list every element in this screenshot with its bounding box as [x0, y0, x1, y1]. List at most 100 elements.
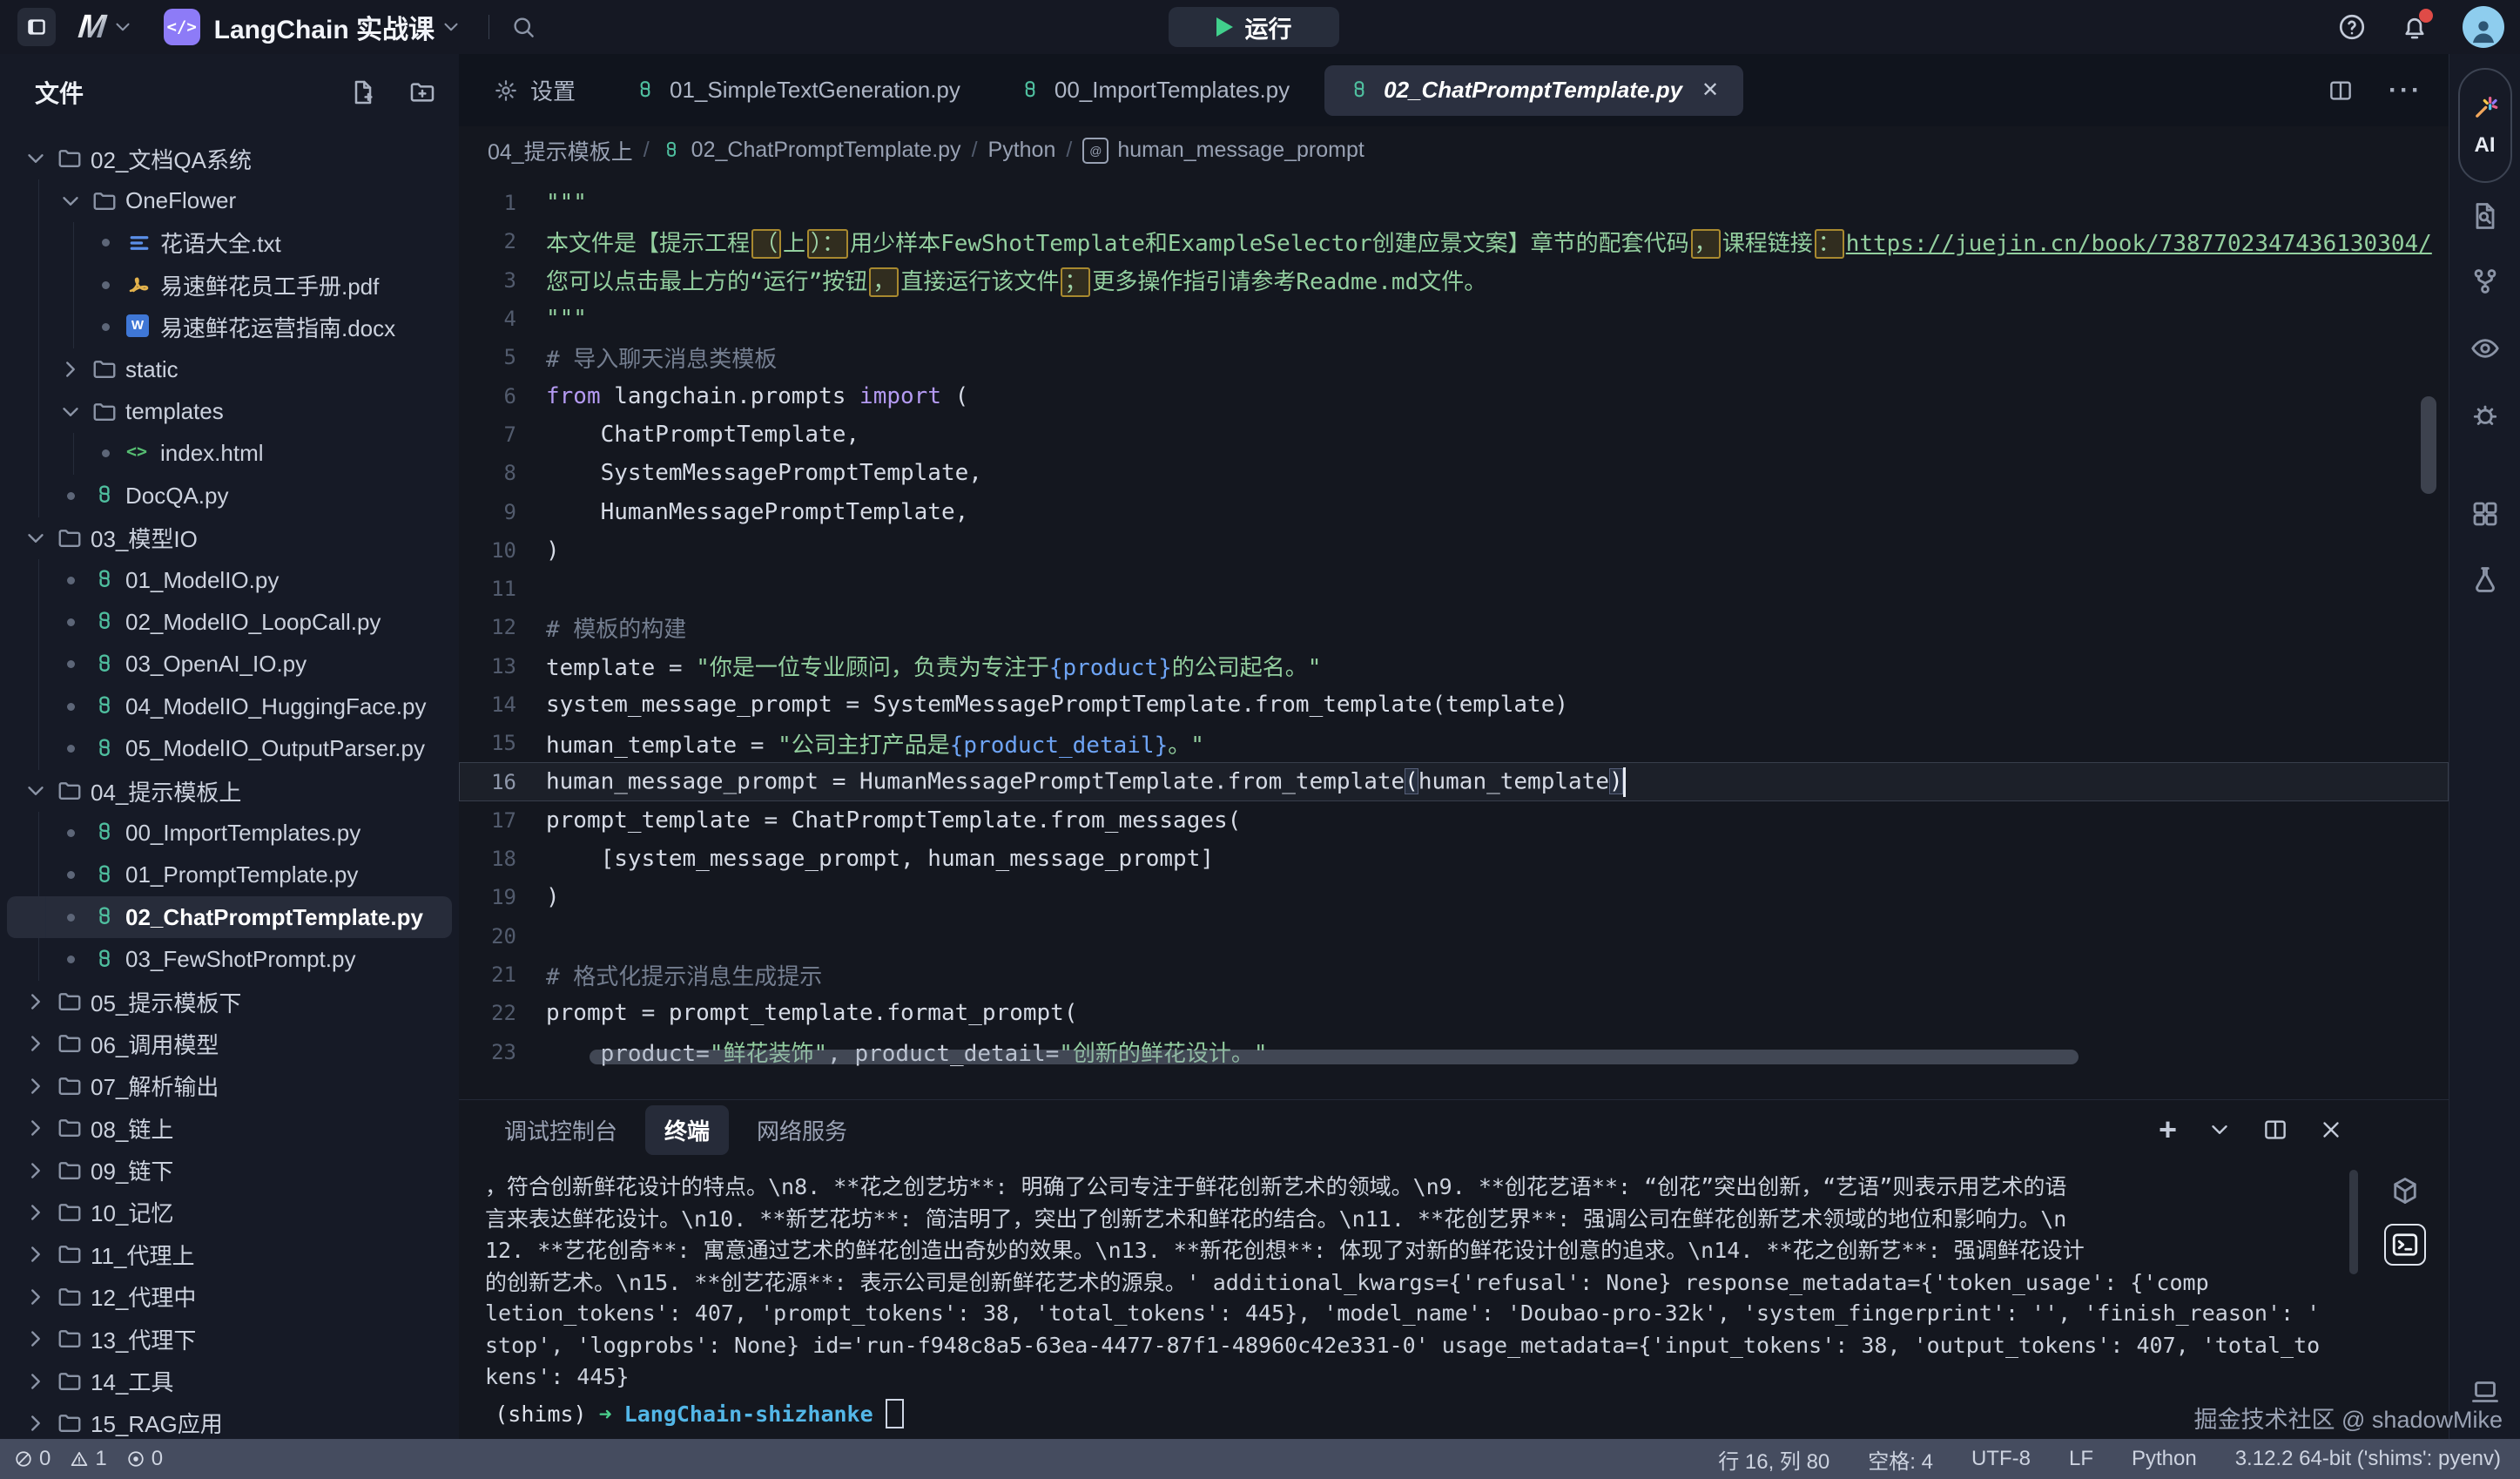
breadcrumb-item[interactable]: 04_提示模板上 — [488, 135, 633, 166]
tree-folder[interactable]: 06_调用模型 — [0, 1023, 459, 1064]
tree-file[interactable]: <>index.html — [0, 433, 459, 475]
code-line[interactable]: 16human_message_prompt = HumanMessagePro… — [459, 762, 2449, 800]
status-item[interactable]: LF — [2069, 1447, 2093, 1471]
status-item[interactable]: 3.12.2 64-bit ('shims': pyenv) — [2235, 1447, 2501, 1471]
tree-folder[interactable]: 03_模型IO — [0, 517, 459, 559]
code-line[interactable]: 22prompt = prompt_template.format_prompt… — [459, 994, 2449, 1032]
eye-icon[interactable] — [2469, 333, 2501, 364]
dependencies-icon[interactable] — [2389, 1175, 2421, 1206]
bug-icon[interactable] — [2469, 399, 2501, 430]
code-line[interactable]: 11 — [459, 570, 2449, 608]
code-line[interactable]: 10) — [459, 531, 2449, 570]
new-file-icon[interactable] — [349, 78, 377, 106]
tree-folder[interactable]: templates — [0, 390, 459, 432]
tree-file[interactable]: 01_PromptTemplate.py — [0, 854, 459, 896]
code-line[interactable]: 14system_message_prompt = SystemMessageP… — [459, 685, 2449, 724]
code-line[interactable]: 1""" — [459, 184, 2449, 222]
run-button[interactable]: 运行 — [1169, 7, 1339, 47]
code-line[interactable]: 5# 导入聊天消息类模板 — [459, 338, 2449, 376]
notifications-icon[interactable] — [2400, 12, 2429, 42]
status-item[interactable]: 行 16, 列 80 — [1718, 1444, 1829, 1475]
help-icon[interactable] — [2337, 12, 2367, 42]
editor-tab[interactable]: 01_SimpleTextGeneration.py — [610, 65, 983, 116]
sidebar-toggle-button[interactable] — [17, 8, 56, 46]
tree-folder[interactable]: 13_代理下 — [0, 1318, 459, 1360]
tree-file[interactable]: 花语大全.txt — [0, 222, 459, 264]
tree-file[interactable]: 易速鲜花员工手册.pdf — [0, 264, 459, 306]
panel-tab[interactable]: 调试控制台 — [485, 1105, 637, 1155]
editor-tab[interactable]: 00_ImportTemplates.py — [995, 65, 1312, 116]
breadcrumb-item[interactable]: 02_ChatPromptTemplate.py — [660, 138, 961, 163]
extensions-grid-icon[interactable] — [2469, 498, 2501, 530]
tree-folder[interactable]: 04_提示模板上 — [0, 770, 459, 812]
search-icon[interactable] — [510, 14, 536, 40]
panel-tab[interactable]: 终端 — [645, 1105, 729, 1155]
tree-folder[interactable]: static — [0, 348, 459, 390]
chevron-down-icon[interactable] — [111, 16, 134, 38]
tree-file[interactable]: 04_ModelIO_HuggingFace.py — [0, 685, 459, 727]
status-radio-count[interactable]: 0 — [126, 1447, 163, 1471]
editor-tab[interactable]: 设置 — [471, 65, 598, 116]
ai-assistant-button[interactable]: AI — [2458, 68, 2512, 183]
tree-file[interactable]: DocQA.py — [0, 475, 459, 517]
code-line[interactable]: 6from langchain.prompts import ( — [459, 376, 2449, 415]
status-item[interactable]: UTF-8 — [1971, 1447, 2031, 1471]
tree-folder[interactable]: 09_链下 — [0, 1149, 459, 1191]
tree-folder[interactable]: 11_代理上 — [0, 1233, 459, 1275]
close-icon[interactable]: ✕ — [1700, 80, 1721, 101]
panel-tab[interactable]: 网络服务 — [738, 1105, 866, 1155]
tree-file[interactable]: 01_ModelIO.py — [0, 559, 459, 601]
tree-folder[interactable]: 12_代理中 — [0, 1276, 459, 1318]
breadcrumb-item[interactable]: @human_message_prompt — [1082, 138, 1364, 164]
tree-file[interactable]: 02_ChatPromptTemplate.py — [7, 896, 452, 938]
tree-file[interactable]: 05_ModelIO_OutputParser.py — [0, 727, 459, 769]
test-flask-icon[interactable] — [2469, 564, 2501, 596]
avatar[interactable] — [2463, 6, 2504, 48]
tree-folder[interactable]: 02_文档QA系统 — [0, 138, 459, 179]
tree-folder[interactable]: 05_提示模板下 — [0, 981, 459, 1023]
tree-folder[interactable]: 08_链上 — [0, 1107, 459, 1149]
file-search-icon[interactable] — [2469, 200, 2501, 232]
tree-folder[interactable]: OneFlower — [0, 179, 459, 221]
tree-file[interactable]: W易速鲜花运营指南.docx — [0, 307, 459, 348]
terminal-scrollbar[interactable] — [2349, 1170, 2358, 1274]
split-editor-icon[interactable] — [2328, 78, 2354, 104]
new-folder-icon[interactable] — [408, 78, 436, 106]
tree-file[interactable]: 00_ImportTemplates.py — [0, 812, 459, 854]
code-line[interactable]: 17prompt_template = ChatPromptTemplate.f… — [459, 801, 2449, 840]
git-fork-icon[interactable] — [2469, 266, 2501, 297]
code-line[interactable]: 13template = "你是一位专业顾问，负责为专注于{product}的公… — [459, 647, 2449, 685]
vertical-scrollbar[interactable] — [2421, 396, 2436, 494]
status-warning-count[interactable]: 1 — [70, 1447, 106, 1471]
code-line[interactable]: 21# 格式化提示消息生成提示 — [459, 956, 2449, 994]
code-line[interactable]: 3您可以点击最上方的“运行”按钮，直接运行该文件；更多操作指引请参考Readme… — [459, 261, 2449, 300]
code-line[interactable]: 12# 模板的构建 — [459, 608, 2449, 646]
chevron-down-icon[interactable] — [440, 16, 462, 38]
code-line[interactable]: 7 ChatPromptTemplate, — [459, 415, 2449, 454]
breadcrumb-item[interactable]: Python — [988, 138, 1056, 163]
close-panel-icon[interactable] — [2318, 1117, 2344, 1143]
code-line[interactable]: 9 HumanMessagePromptTemplate, — [459, 492, 2449, 530]
code-line[interactable]: 18 [system_message_prompt, human_message… — [459, 840, 2449, 878]
tree-file[interactable]: 02_ModelIO_LoopCall.py — [0, 601, 459, 643]
editor-tab[interactable]: 02_ChatPromptTemplate.py✕ — [1324, 65, 1743, 116]
code-line[interactable]: 15human_template = "公司主打产品是{product_deta… — [459, 724, 2449, 762]
horizontal-scrollbar[interactable] — [590, 1050, 2079, 1064]
tree-folder[interactable]: 07_解析输出 — [0, 1065, 459, 1107]
split-panel-icon[interactable] — [2262, 1117, 2288, 1143]
code-editor[interactable]: 1"""2本文件是【提示工程（上）：用少样本FewShotTemplate和Ex… — [459, 174, 2449, 1099]
more-actions-icon[interactable]: ··· — [2389, 76, 2422, 105]
code-line[interactable]: 8 SystemMessagePromptTemplate, — [459, 454, 2449, 492]
ide-logo[interactable]: M — [77, 9, 108, 46]
terminal-icon[interactable] — [2389, 1229, 2421, 1260]
status-error-count[interactable]: 0 — [14, 1447, 51, 1471]
new-terminal-icon[interactable]: + — [2159, 1114, 2177, 1145]
code-line[interactable]: 19) — [459, 878, 2449, 916]
tree-folder[interactable]: 10_记忆 — [0, 1192, 459, 1233]
tree-file[interactable]: 03_FewShotPrompt.py — [0, 938, 459, 980]
tree-folder[interactable]: 14_工具 — [0, 1360, 459, 1401]
terminal-dropdown-icon[interactable] — [2207, 1117, 2233, 1143]
status-item[interactable]: Python — [2132, 1447, 2197, 1471]
tree-file[interactable]: 03_OpenAI_IO.py — [0, 644, 459, 685]
code-line[interactable]: 4""" — [459, 300, 2449, 338]
